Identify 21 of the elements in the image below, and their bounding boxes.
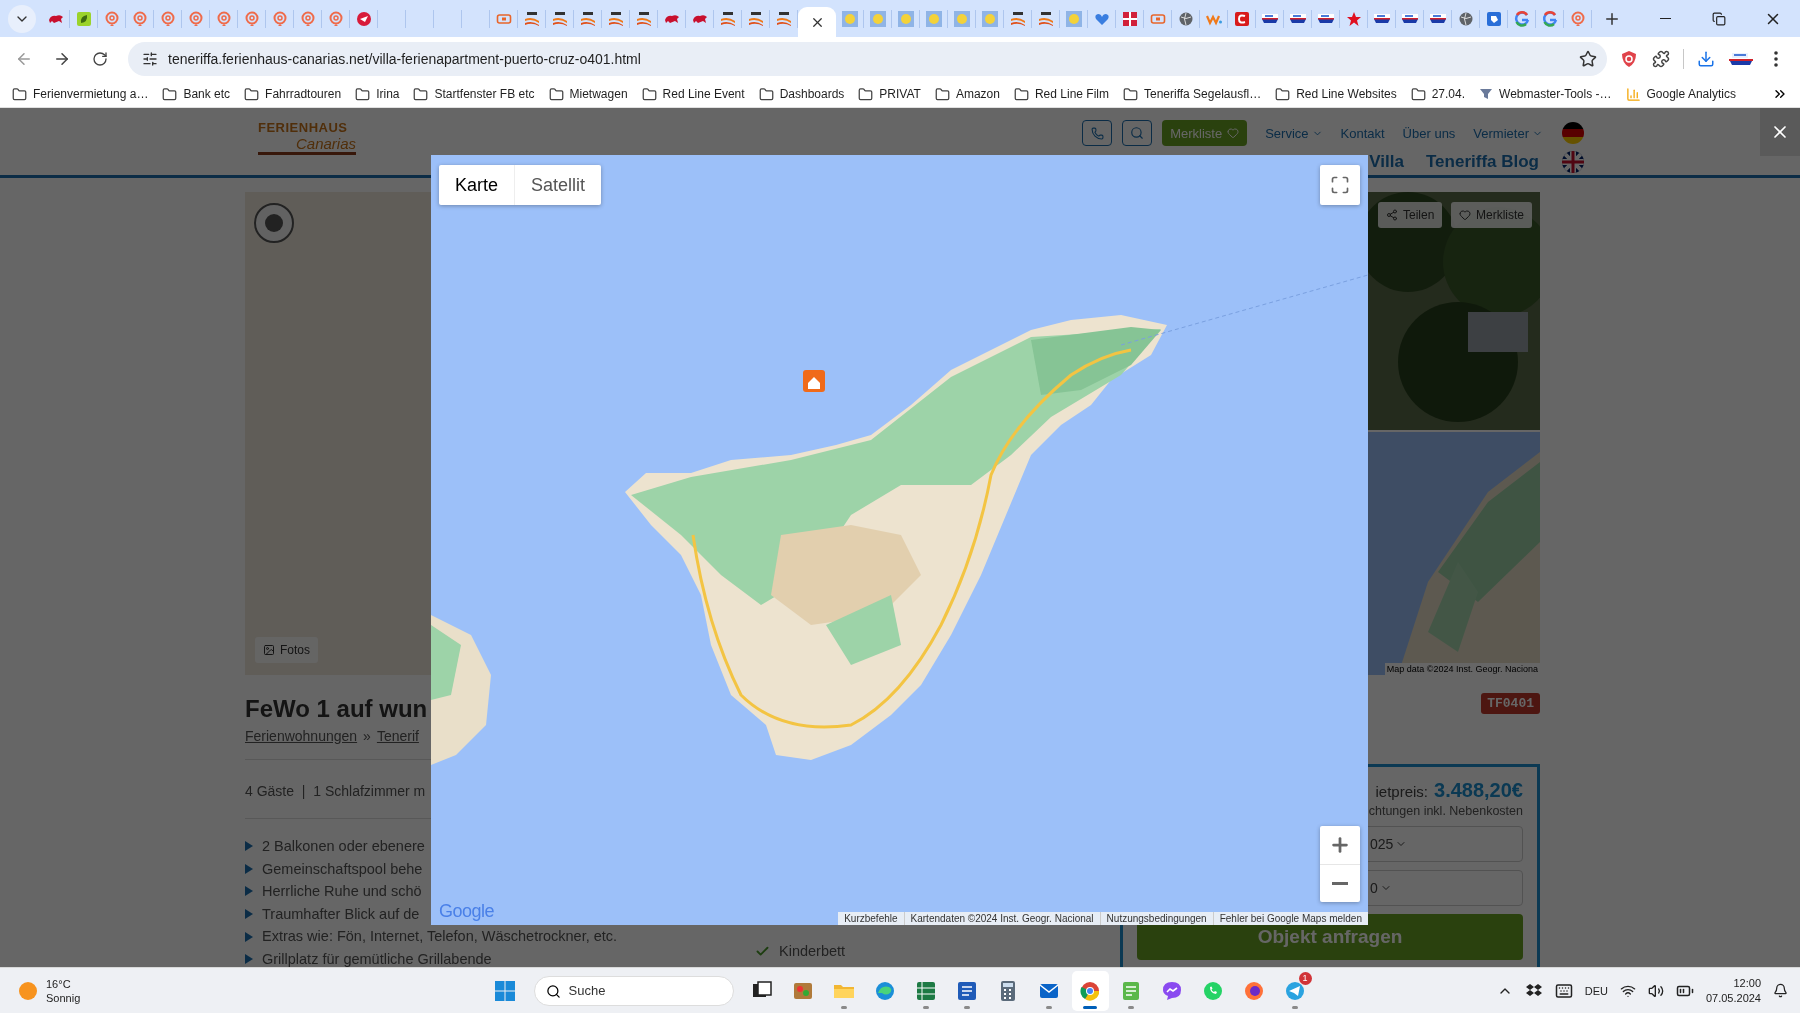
highlight-text: Grillplatz für gemütliche Grillabende [262, 949, 492, 967]
address-text: teneriffa.ferienhaus-canarias.net/villa-ferienapartment-puerto-cruz-o401.html [168, 51, 642, 67]
listing-title: FeWo 1 auf wun [245, 694, 429, 724]
map-attribution: Map data ©2024 Inst. Geogr. Naciona [1384, 663, 1540, 675]
feature-text: Kinderbett [779, 942, 846, 962]
price-amount: 3.488,20€ [1434, 779, 1523, 802]
price-note: chtungen inkl. Nebenkosten [1367, 804, 1523, 818]
listing-facts: 4 Gäste | 1 Schlafzimmer m [245, 782, 427, 801]
highlight-text: 2 Balkonen oder ebenere [262, 837, 425, 856]
object-code: TF0401 [1481, 693, 1540, 714]
logo-text: FERIENHAUS [258, 120, 349, 135]
highlight-text: Traumhafter Blick auf de [262, 904, 420, 924]
weather-text: Sonnig [46, 990, 81, 1005]
breadcrumb-separator: » [363, 727, 371, 746]
highlight-text: Gemeinschaftspool behe [262, 859, 423, 879]
highlight-text: Herrliche Ruhe und schö [262, 882, 422, 902]
highlight-text: Extras wie: Fön, Internet, Telefon, Wäschetrockner, etc. [262, 927, 618, 947]
notification-badge: 1 [1298, 971, 1312, 985]
price-label: ietpreis: [1375, 783, 1428, 800]
temperature-text: 16°C [46, 976, 72, 991]
logo-text: Canarias [258, 135, 357, 155]
